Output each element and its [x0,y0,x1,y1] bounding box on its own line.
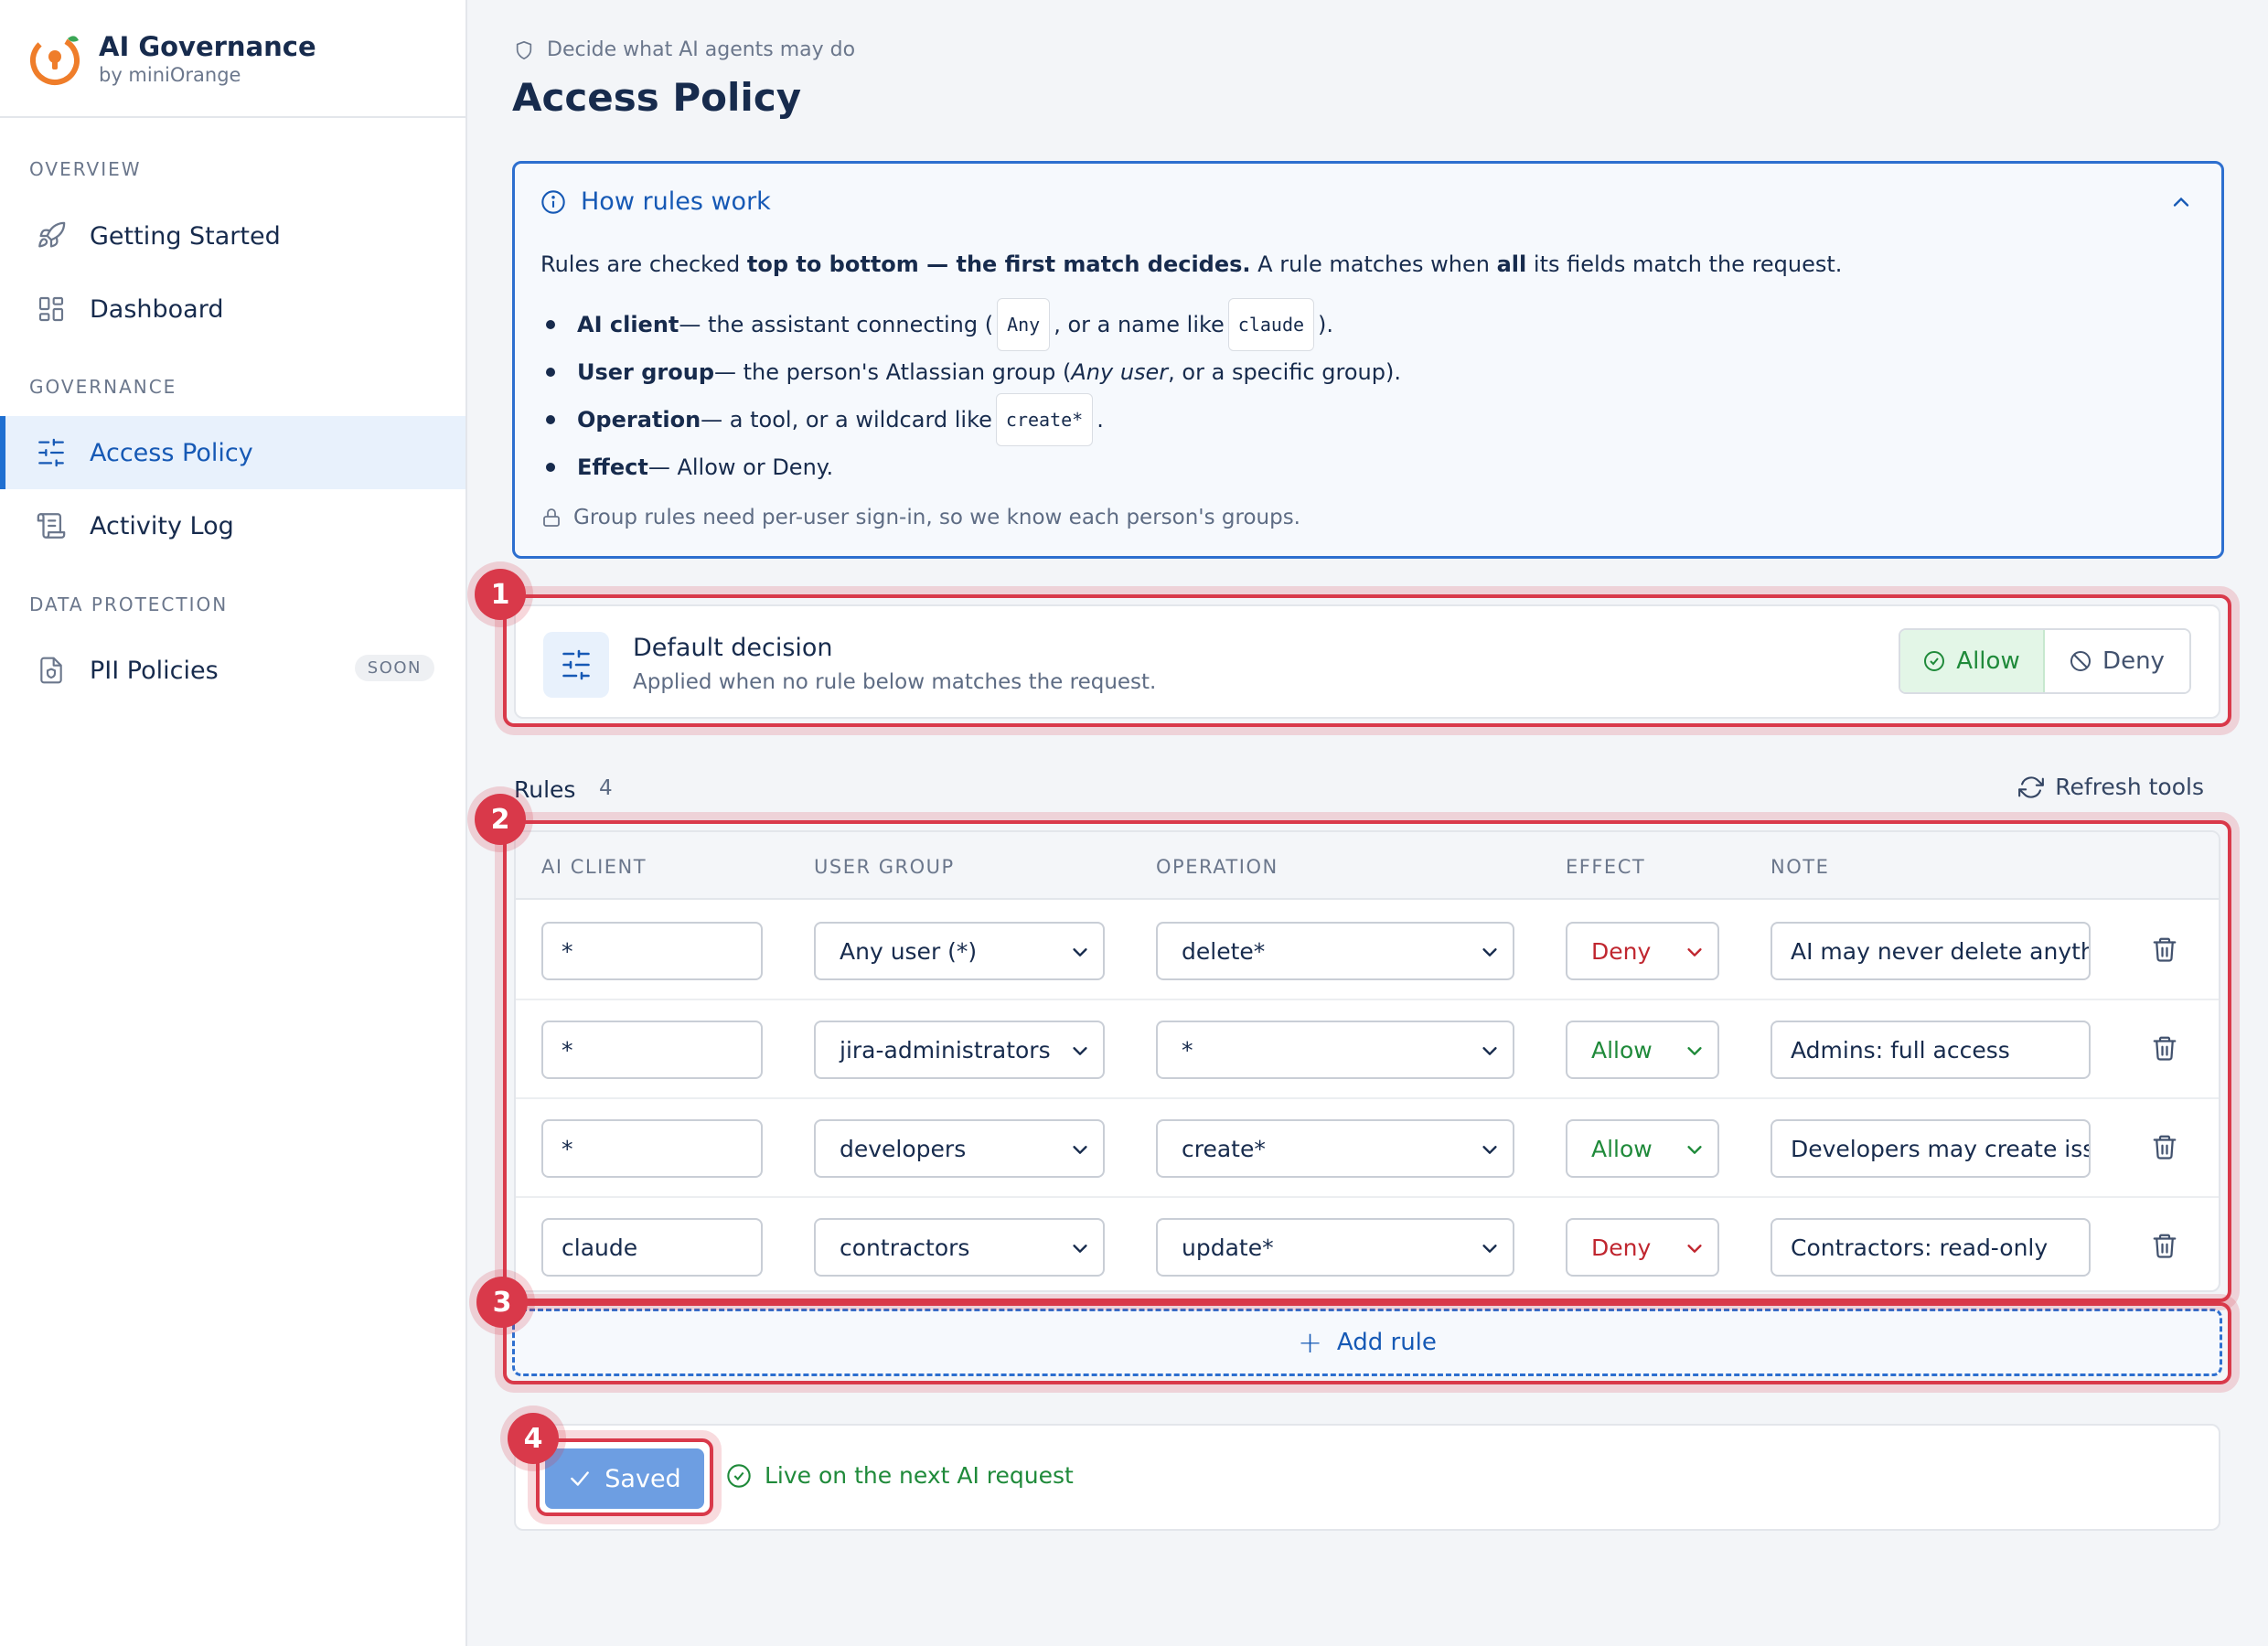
lock-icon [543,508,560,527]
list-item: User group — the person's Atlassian grou… [540,348,1401,396]
highlight-rules-table [503,820,2231,1302]
callout-badge-2: 2 [475,794,526,845]
section-data-protection: DATA PROTECTION [29,593,229,615]
breadcrumb: Decide what AI agents may do [514,38,855,61]
brand-title: AI Governance [99,30,316,62]
section-governance: GOVERNANCE [29,376,177,398]
bullet [546,320,555,329]
brand: AI Governance by miniOrange [0,0,465,118]
refresh-tools-button[interactable]: Refresh tools [2018,774,2204,800]
sidebar-item-label: Activity Log [90,511,234,540]
intro-bold: top to bottom — the first match decides. [746,251,1251,277]
rule-fields-list: AI client — the assistant connecting (An… [540,298,1401,491]
intro-bold: all [1496,251,1527,277]
intro-text: its fields match the request. [1526,251,1843,277]
sidebar-item-activity-log[interactable]: Activity Log [0,489,465,562]
scroll-icon [35,509,68,542]
page-title: Access Policy [512,75,802,120]
term: Operation [577,407,701,433]
text: , or a name like [1054,312,1225,337]
miniorange-logo-icon [30,35,80,85]
live-status: Live on the next AI request [726,1462,1074,1489]
text: — Allow or Deny. [647,454,834,480]
breadcrumb-text: Decide what AI agents may do [547,38,856,61]
rocket-icon [35,219,68,252]
sidebar-item-label: Dashboard [90,294,224,324]
rules-intro: Rules are checked top to bottom — the fi… [540,251,1842,277]
shield-doc-icon [35,654,68,687]
text: — the person's Atlassian group ( [714,359,1072,385]
highlight-add-rule [503,1302,2231,1384]
grid-icon [35,293,68,326]
live-status-text: Live on the next AI request [765,1462,1074,1489]
intro-text: Rules are checked [540,251,747,277]
panel-title: How rules work [581,187,771,216]
term: Effect [577,454,648,480]
sidebar-item-label: Getting Started [90,221,281,251]
brand-subtitle: by miniOrange [99,63,241,86]
refresh-icon [2018,775,2045,798]
list-item: Effect — Allow or Deny. [540,444,1401,491]
highlight-default-decision [503,594,2231,727]
bullet [546,368,555,377]
text: , or a specific group). [1168,359,1401,385]
sidebar-item-access-policy[interactable]: Access Policy [0,416,465,489]
how-rules-work-panel: How rules work Rules are checked top to … [512,161,2224,559]
code-create: create* [995,393,1094,446]
sidebar-item-pii-policies[interactable]: PII Policies SOON [0,634,465,707]
group-rules-note: Group rules need per-user sign-in, so we… [540,506,1300,529]
brand-text: AI Governance by miniOrange [99,30,316,87]
term: AI client [577,312,679,337]
chevron-up-icon[interactable] [2168,189,2194,215]
sidebar-item-label: Access Policy [90,438,253,467]
shield-icon [516,40,532,59]
section-overview: OVERVIEW [29,158,142,180]
intro-text: A rule matches when [1250,251,1497,277]
how-rules-work-toggle[interactable]: How rules work [540,187,771,216]
callout-badge-1: 1 [475,569,526,620]
callout-badge-3: 3 [476,1277,528,1328]
sliders-icon [35,436,68,469]
text: — the assistant connecting ( [679,312,994,337]
note-text: Group rules need per-user sign-in, so we… [573,506,1300,529]
info-icon [541,189,565,214]
check-circle-icon [727,1463,751,1488]
highlight-save-button [536,1438,713,1516]
code-claude: claude [1227,298,1315,351]
list-item: Operation — a tool, or a wildcard like cr… [540,393,1401,446]
code-any: Any [997,298,1051,351]
text: ). [1318,312,1334,337]
sidebar: AI Governance by miniOrange OVERVIEW Get… [0,0,467,1646]
sidebar-item-dashboard[interactable]: Dashboard [0,273,465,346]
save-bar: Saved Live on the next AI request [514,1424,2220,1531]
rules-count: 4 [599,776,613,800]
sidebar-item-getting-started[interactable]: Getting Started [0,199,465,273]
text: — a tool, or a wildcard like [701,407,992,433]
list-item: AI client — the assistant connecting (An… [540,298,1401,351]
text: . [1097,407,1104,433]
rules-heading: Rules [514,776,576,803]
refresh-label: Refresh tools [2055,774,2204,800]
emphasis: Any user [1071,359,1169,385]
bullet [546,415,555,424]
sidebar-item-label: PII Policies [90,656,219,685]
term: User group [577,359,715,385]
bullet [546,463,555,472]
callout-badge-4: 4 [508,1413,559,1464]
soon-badge: SOON [354,655,434,681]
